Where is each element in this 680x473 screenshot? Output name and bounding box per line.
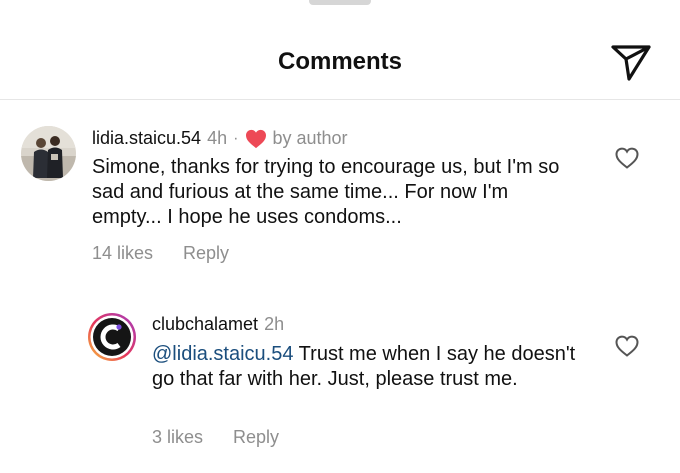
comment-time: 2h	[264, 314, 285, 334]
heart-outline-icon[interactable]	[614, 146, 640, 170]
liked-by-author-label: by author	[272, 128, 348, 148]
comment-actions: 3 likes Reply	[152, 427, 279, 448]
comment-text: Simone, thanks for trying to encourage u…	[92, 156, 560, 228]
comment-meta: clubchalamet 2h	[152, 314, 290, 335]
paper-plane-icon[interactable]	[609, 42, 653, 82]
comments-sheet: Comments lidia.staicu.54 4h · by author …	[0, 0, 680, 473]
avatar[interactable]	[87, 312, 137, 362]
mention-link[interactable]: @lidia.staicu.54	[152, 343, 293, 365]
heart-outline-icon[interactable]	[614, 334, 640, 358]
comments-header: Comments	[0, 0, 680, 100]
heart-icon	[245, 129, 267, 149]
likes-count[interactable]: 3 likes	[152, 427, 203, 448]
reply-button[interactable]: Reply	[183, 243, 229, 264]
avatar[interactable]	[21, 126, 76, 181]
page-title: Comments	[277, 48, 403, 75]
comment-meta: lidia.staicu.54 4h · by author	[92, 128, 348, 149]
meta-separator: ·	[233, 129, 239, 147]
comment-username[interactable]: clubchalamet	[152, 314, 258, 335]
comment-actions: 14 likes Reply	[92, 243, 229, 264]
comment-text: @lidia.staicu.54 Trust me when I say he …	[152, 342, 582, 392]
comment-time: 4h	[207, 128, 228, 148]
reply-button[interactable]: Reply	[233, 427, 279, 448]
likes-count[interactable]: 14 likes	[92, 243, 153, 264]
comment-username[interactable]: lidia.staicu.54	[92, 128, 201, 149]
